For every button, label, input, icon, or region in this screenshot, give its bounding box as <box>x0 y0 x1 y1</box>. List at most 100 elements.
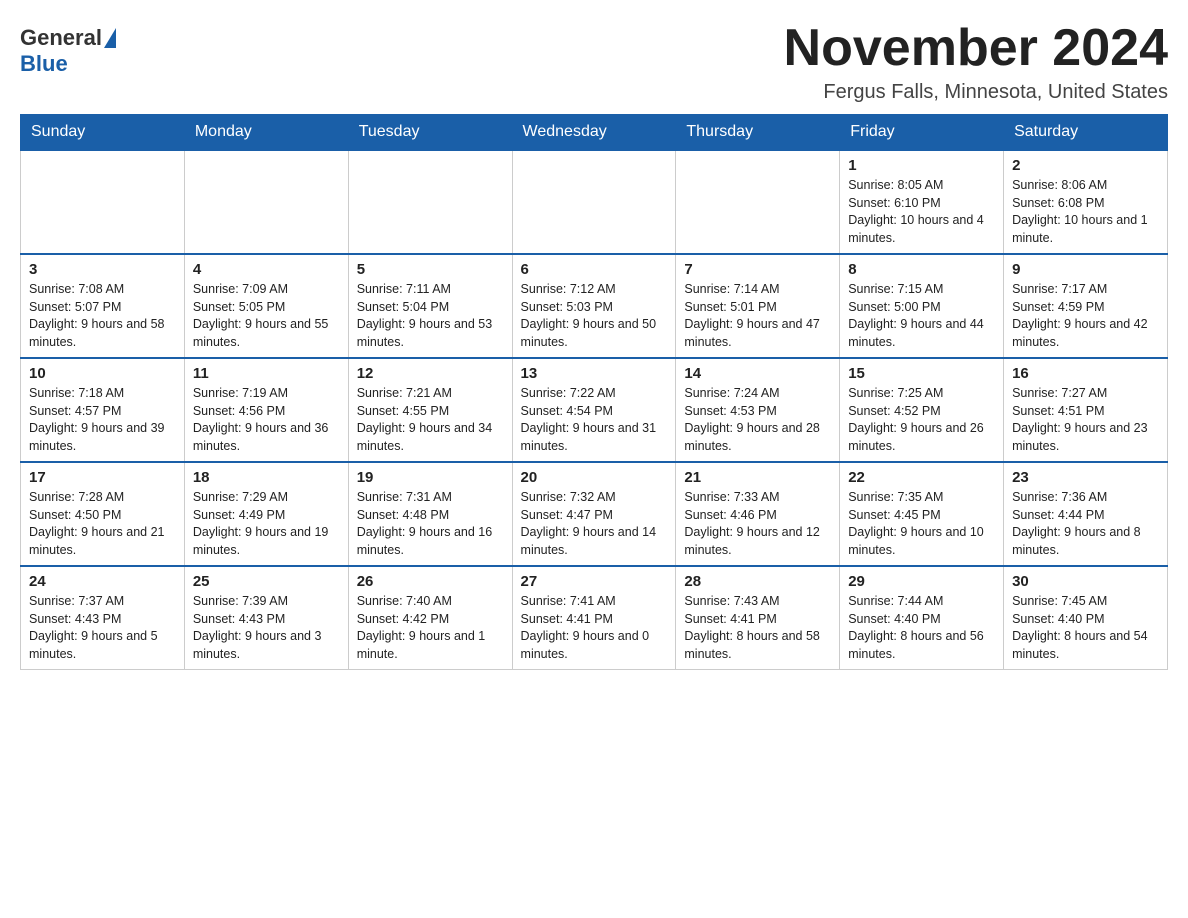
day-number: 25 <box>193 573 340 590</box>
day-info: Sunrise: 7:33 AMSunset: 4:46 PMDaylight:… <box>684 489 831 559</box>
calendar-day-header: Thursday <box>676 115 840 151</box>
calendar-cell: 27 Sunrise: 7:41 AMSunset: 4:41 PMDayligh… <box>512 566 676 670</box>
day-info: Sunrise: 8:06 AMSunset: 6:08 PMDaylight:… <box>1012 177 1159 247</box>
calendar-cell: 15Sunrise: 7:25 AMSunset: 4:52 PMDayligh… <box>840 358 1004 462</box>
day-info: Sunrise: 7:21 AMSunset: 4:55 PMDaylight:… <box>357 385 504 455</box>
calendar-cell: 5 Sunrise: 7:11 AMSunset: 5:04 PMDaylight… <box>348 254 512 358</box>
day-number: 2 <box>1012 157 1159 174</box>
calendar-cell: 16Sunrise: 7:27 AMSunset: 4:51 PMDayligh… <box>1004 358 1168 462</box>
calendar-cell: 30 Sunrise: 7:45 AMSunset: 4:40 PMDayligh… <box>1004 566 1168 670</box>
calendar-cell: 19 Sunrise: 7:31 AMSunset: 4:48 PMDayligh… <box>348 462 512 566</box>
location-subtitle: Fergus Falls, Minnesota, United States <box>784 81 1168 104</box>
calendar-cell: 3Sunrise: 7:08 AMSunset: 5:07 PMDaylight… <box>21 254 185 358</box>
day-info: Sunrise: 7:12 AMSunset: 5:03 PMDaylight:… <box>521 281 668 351</box>
calendar-cell: 29Sunrise: 7:44 AMSunset: 4:40 PMDayligh… <box>840 566 1004 670</box>
logo: General Blue <box>20 20 118 77</box>
day-info: Sunrise: 7:37 AMSunset: 4:43 PMDaylight:… <box>29 593 176 663</box>
day-info: Sunrise: 7:31 AMSunset: 4:48 PMDaylight:… <box>357 489 504 559</box>
day-info: Sunrise: 7:35 AMSunset: 4:45 PMDaylight:… <box>848 489 995 559</box>
day-number: 16 <box>1012 365 1159 382</box>
calendar-cell: 11 Sunrise: 7:19 AMSunset: 4:56 PMDayligh… <box>184 358 348 462</box>
day-info: Sunrise: 7:28 AMSunset: 4:50 PMDaylight:… <box>29 489 176 559</box>
day-info: Sunrise: 7:40 AMSunset: 4:42 PMDaylight:… <box>357 593 504 663</box>
day-info: Sunrise: 7:15 AMSunset: 5:00 PMDaylight:… <box>848 281 995 351</box>
day-info: Sunrise: 7:43 AMSunset: 4:41 PMDaylight:… <box>684 593 831 663</box>
day-number: 1 <box>848 157 995 174</box>
day-info: Sunrise: 8:05 AMSunset: 6:10 PMDaylight:… <box>848 177 995 247</box>
day-number: 13 <box>521 365 668 382</box>
calendar-cell: 26 Sunrise: 7:40 AMSunset: 4:42 PMDayligh… <box>348 566 512 670</box>
day-info: Sunrise: 7:22 AMSunset: 4:54 PMDaylight:… <box>521 385 668 455</box>
calendar-cell: 24 Sunrise: 7:37 AMSunset: 4:43 PMDayligh… <box>21 566 185 670</box>
day-number: 10 <box>29 365 176 382</box>
day-number: 19 <box>357 469 504 486</box>
calendar-day-header: Tuesday <box>348 115 512 151</box>
day-number: 26 <box>357 573 504 590</box>
day-number: 20 <box>521 469 668 486</box>
calendar-cell: 21 Sunrise: 7:33 AMSunset: 4:46 PMDayligh… <box>676 462 840 566</box>
calendar-cell: 10Sunrise: 7:18 AMSunset: 4:57 PMDayligh… <box>21 358 185 462</box>
day-info: Sunrise: 7:29 AMSunset: 4:49 PMDaylight:… <box>193 489 340 559</box>
day-number: 12 <box>357 365 504 382</box>
calendar-cell: 8 Sunrise: 7:15 AMSunset: 5:00 PMDaylight… <box>840 254 1004 358</box>
day-number: 24 <box>29 573 176 590</box>
calendar-cell <box>512 150 676 254</box>
day-info: Sunrise: 7:11 AMSunset: 5:04 PMDaylight:… <box>357 281 504 351</box>
logo-general-text: General <box>20 25 102 51</box>
calendar-day-header: Saturday <box>1004 115 1168 151</box>
day-info: Sunrise: 7:39 AMSunset: 4:43 PMDaylight:… <box>193 593 340 663</box>
logo-blue-text: Blue <box>20 51 68 76</box>
day-number: 30 <box>1012 573 1159 590</box>
day-info: Sunrise: 7:41 AMSunset: 4:41 PMDaylight:… <box>521 593 668 663</box>
day-number: 11 <box>193 365 340 382</box>
calendar-week-row: 10Sunrise: 7:18 AMSunset: 4:57 PMDayligh… <box>21 358 1168 462</box>
calendar-header-row: SundayMondayTuesdayWednesdayThursdayFrid… <box>21 115 1168 151</box>
calendar-cell <box>676 150 840 254</box>
calendar-cell: 18 Sunrise: 7:29 AMSunset: 4:49 PMDayligh… <box>184 462 348 566</box>
calendar-week-row: 24 Sunrise: 7:37 AMSunset: 4:43 PMDayligh… <box>21 566 1168 670</box>
day-info: Sunrise: 7:09 AMSunset: 5:05 PMDaylight:… <box>193 281 340 351</box>
day-number: 21 <box>684 469 831 486</box>
calendar-cell: 22 Sunrise: 7:35 AMSunset: 4:45 PMDayligh… <box>840 462 1004 566</box>
calendar-cell: 14Sunrise: 7:24 AMSunset: 4:53 PMDayligh… <box>676 358 840 462</box>
calendar-cell: 13 Sunrise: 7:22 AMSunset: 4:54 PMDayligh… <box>512 358 676 462</box>
calendar-cell: 2 Sunrise: 8:06 AMSunset: 6:08 PMDaylight… <box>1004 150 1168 254</box>
day-number: 5 <box>357 261 504 278</box>
day-number: 17 <box>29 469 176 486</box>
calendar-cell: 28Sunrise: 7:43 AMSunset: 4:41 PMDayligh… <box>676 566 840 670</box>
day-number: 27 <box>521 573 668 590</box>
calendar-cell <box>184 150 348 254</box>
title-block: November 2024 Fergus Falls, Minnesota, U… <box>784 20 1168 104</box>
day-number: 6 <box>521 261 668 278</box>
day-number: 7 <box>684 261 831 278</box>
calendar-week-row: 17 Sunrise: 7:28 AMSunset: 4:50 PMDayligh… <box>21 462 1168 566</box>
calendar-cell: 7 Sunrise: 7:14 AMSunset: 5:01 PMDaylight… <box>676 254 840 358</box>
day-info: Sunrise: 7:14 AMSunset: 5:01 PMDaylight:… <box>684 281 831 351</box>
page-header: General Blue November 2024 Fergus Falls,… <box>20 20 1168 104</box>
day-info: Sunrise: 7:32 AMSunset: 4:47 PMDaylight:… <box>521 489 668 559</box>
calendar-day-header: Monday <box>184 115 348 151</box>
calendar-cell: 17 Sunrise: 7:28 AMSunset: 4:50 PMDayligh… <box>21 462 185 566</box>
day-info: Sunrise: 7:19 AMSunset: 4:56 PMDaylight:… <box>193 385 340 455</box>
calendar-cell: 23Sunrise: 7:36 AMSunset: 4:44 PMDayligh… <box>1004 462 1168 566</box>
day-info: Sunrise: 7:44 AMSunset: 4:40 PMDaylight:… <box>848 593 995 663</box>
day-number: 23 <box>1012 469 1159 486</box>
day-info: Sunrise: 7:17 AMSunset: 4:59 PMDaylight:… <box>1012 281 1159 351</box>
day-number: 4 <box>193 261 340 278</box>
calendar-cell: 1 Sunrise: 8:05 AMSunset: 6:10 PMDaylight… <box>840 150 1004 254</box>
logo-triangle-icon <box>104 28 116 48</box>
calendar-cell: 4 Sunrise: 7:09 AMSunset: 5:05 PMDaylight… <box>184 254 348 358</box>
day-info: Sunrise: 7:24 AMSunset: 4:53 PMDaylight:… <box>684 385 831 455</box>
day-info: Sunrise: 7:45 AMSunset: 4:40 PMDaylight:… <box>1012 593 1159 663</box>
calendar-day-header: Sunday <box>21 115 185 151</box>
calendar-cell: 6 Sunrise: 7:12 AMSunset: 5:03 PMDaylight… <box>512 254 676 358</box>
day-number: 18 <box>193 469 340 486</box>
month-title: November 2024 <box>784 20 1168 77</box>
calendar-day-header: Wednesday <box>512 115 676 151</box>
calendar-cell <box>348 150 512 254</box>
day-number: 15 <box>848 365 995 382</box>
calendar-cell: 9Sunrise: 7:17 AMSunset: 4:59 PMDaylight… <box>1004 254 1168 358</box>
day-number: 22 <box>848 469 995 486</box>
day-number: 3 <box>29 261 176 278</box>
day-number: 8 <box>848 261 995 278</box>
